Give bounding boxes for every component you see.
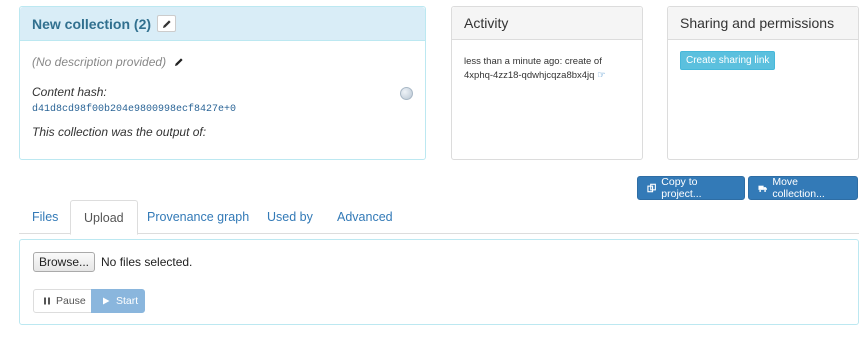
activity-title: Activity: [464, 15, 509, 31]
activity-entry: less than a minute ago: create of 4xphq-…: [452, 40, 642, 98]
pencil-icon: [162, 19, 171, 28]
truck-icon: [758, 185, 767, 192]
content-hash-value[interactable]: d41d8cd98f00b204e9800998ecf8427e+0: [32, 104, 413, 115]
hand-pointer-icon[interactable]: ☞: [597, 70, 606, 81]
pencil-icon[interactable]: [174, 57, 184, 67]
pause-label: Pause: [56, 295, 86, 307]
tab-used-by[interactable]: Used by: [254, 200, 326, 234]
copy-to-project-button[interactable]: Copy to project...: [637, 176, 745, 200]
collection-tabs: Files Upload Provenance graph Used by Ad…: [19, 200, 859, 235]
tab-provenance-graph[interactable]: Provenance graph: [134, 200, 262, 234]
activity-text: less than a minute ago: create of 4xphq-…: [464, 56, 602, 81]
upload-panel: Browse... No files selected. Pause Start: [19, 239, 859, 325]
browse-button[interactable]: Browse...: [33, 252, 96, 272]
pause-icon: [44, 297, 50, 305]
tab-advanced[interactable]: Advanced: [324, 200, 406, 234]
start-button[interactable]: Start: [91, 289, 145, 313]
play-icon: [103, 297, 110, 305]
activity-panel: Activity less than a minute ago: create …: [451, 6, 643, 160]
edit-title-button[interactable]: [157, 15, 177, 32]
collection-description: (No description provided): [32, 55, 413, 69]
move-label: Move collection...: [772, 176, 825, 200]
globe-icon: [400, 87, 413, 100]
sharing-title: Sharing and permissions: [680, 15, 835, 31]
move-collection-button[interactable]: Move collection...: [748, 176, 858, 200]
start-label: Start: [116, 295, 139, 307]
collection-title: New collection (2): [32, 15, 152, 32]
output-of-label: This collection was the output of:: [32, 125, 207, 139]
tab-upload[interactable]: Upload: [70, 200, 138, 235]
content-hash-label: Content hash:: [32, 85, 107, 99]
pause-button[interactable]: Pause: [33, 289, 92, 313]
file-status: No files selected.: [101, 255, 193, 269]
sharing-panel: Sharing and permissions Create sharing l…: [667, 6, 859, 160]
copy-icon: [647, 183, 656, 193]
copy-label: Copy to project...: [661, 176, 702, 200]
create-sharing-link-button[interactable]: Create sharing link: [680, 51, 776, 70]
tab-files[interactable]: Files: [19, 200, 71, 234]
collection-panel-header: New collection (2): [20, 7, 425, 41]
description-text: (No description provided): [32, 55, 167, 69]
collection-panel: New collection (2) (No description provi…: [19, 6, 426, 160]
